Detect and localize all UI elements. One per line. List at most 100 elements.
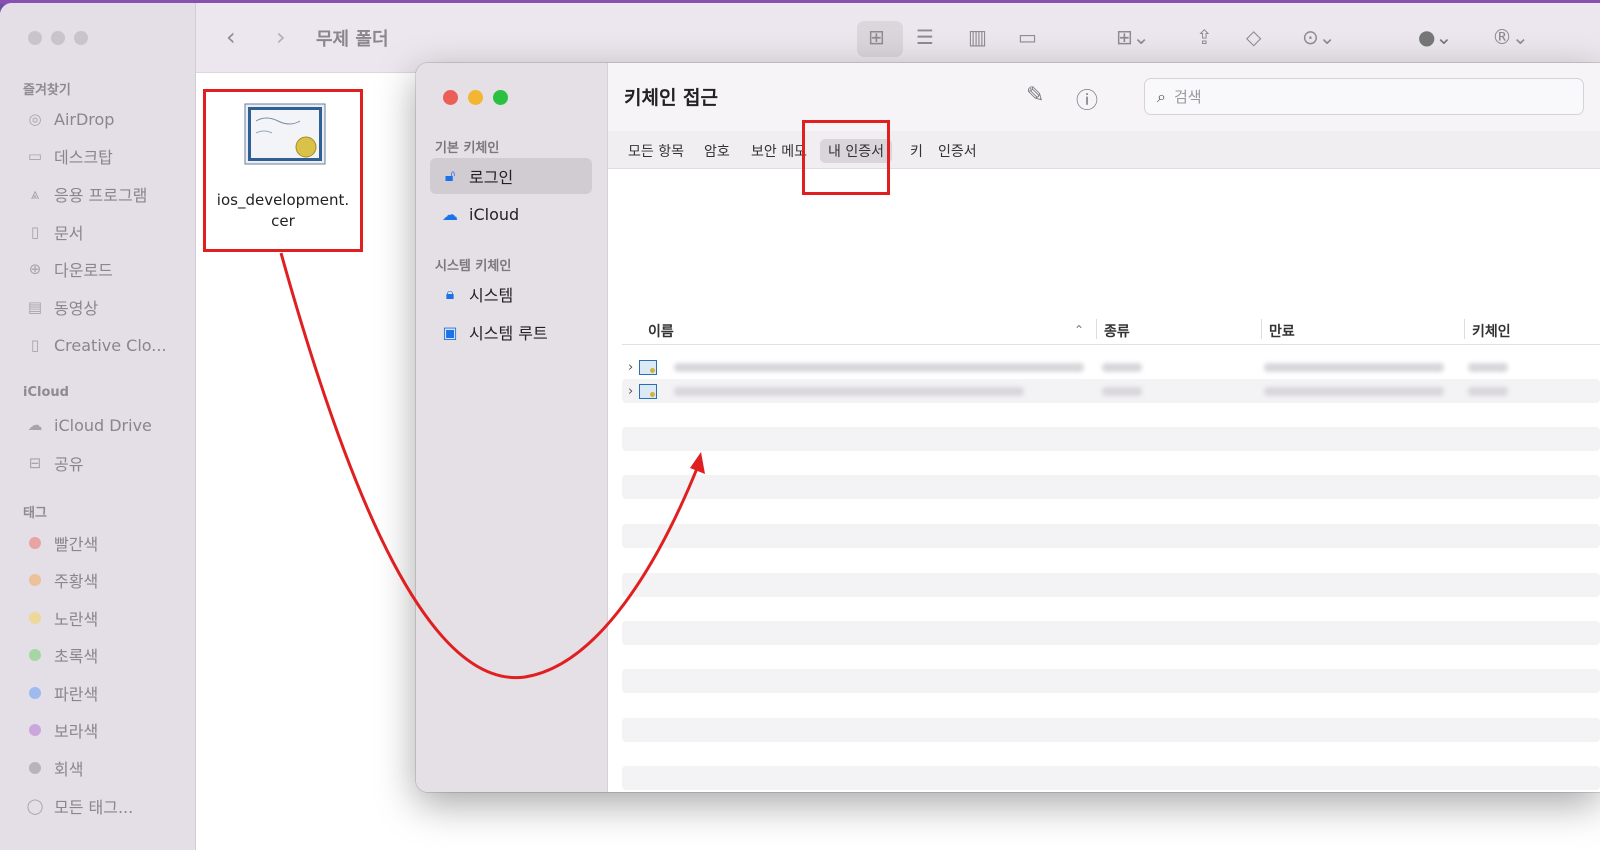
- certificate-file-icon[interactable]: [244, 103, 326, 167]
- close-button[interactable]: [443, 90, 458, 105]
- tab-all-items[interactable]: 모든 항목: [620, 139, 692, 163]
- tab-passwords[interactable]: 암호: [696, 139, 738, 163]
- sidebar-item-system[interactable]: 🔒︎ 시스템: [430, 276, 592, 312]
- finder-sidebar: 즐겨찾기 ◎ AirDrop ▭ 데스크탑 ⩓ 응용 프로그램 ▯ 문서 ⊕ 다…: [0, 3, 196, 850]
- search-icon: ⌕: [1157, 86, 1166, 106]
- tags-section-label: 태그: [23, 506, 47, 521]
- desktop-icon: ▭: [27, 147, 43, 165]
- close-button[interactable]: [28, 31, 42, 45]
- tag-dot-icon: [29, 762, 41, 774]
- row-lead: ›: [628, 379, 658, 403]
- column-view-icon[interactable]: ▥: [968, 25, 987, 49]
- forward-chevron-icon[interactable]: ›: [276, 23, 286, 51]
- tag-dot-icon: [29, 724, 41, 736]
- sidebar-tag-gray[interactable]: 회색: [24, 756, 83, 780]
- registered-icon[interactable]: ®⌄: [1492, 25, 1529, 49]
- empty-row: [622, 766, 1600, 790]
- redacted-text: [1468, 363, 1508, 372]
- redacted-text: [674, 363, 1084, 372]
- extension-icon[interactable]: ●⌄: [1418, 25, 1452, 49]
- zoom-button[interactable]: [493, 90, 508, 105]
- favorites-section-label: 즐겨찾기: [23, 83, 71, 98]
- applications-icon: ⩓: [30, 185, 40, 203]
- sidebar-item-system-root[interactable]: ▣ 시스템 루트: [430, 314, 592, 350]
- empty-row: [622, 475, 1600, 499]
- gallery-view-icon[interactable]: ▭: [1018, 25, 1037, 49]
- sidebar-item-documents[interactable]: ▯ 문서: [24, 220, 84, 244]
- sidebar-item-creative-cloud[interactable]: ▯ Creative Clo...: [24, 333, 167, 357]
- info-icon[interactable]: ⓘ: [1076, 83, 1098, 115]
- keychain-sidebar: 기본 키체인 🔓︎ 로그인 ☁ iCloud 시스템 키체인 🔒︎ 시스템 ▣ …: [416, 63, 608, 792]
- search-field[interactable]: ⌕ 검색: [1144, 78, 1584, 115]
- keychain-access-window: 기본 키체인 🔓︎ 로그인 ☁ iCloud 시스템 키체인 🔒︎ 시스템 ▣ …: [416, 63, 1600, 792]
- tags-icon: ◯: [26, 797, 44, 815]
- sort-ascending-icon[interactable]: ⌃: [1074, 323, 1084, 337]
- column-kind[interactable]: 종류: [1104, 321, 1130, 341]
- folder-title: 무제 폴더: [316, 29, 389, 50]
- list-header: 이름 ⌃ 종류 만료 키체인: [622, 315, 1600, 345]
- sidebar-item-movies[interactable]: ▤ 동영상: [24, 295, 98, 319]
- tab-keys[interactable]: 키: [902, 139, 931, 163]
- disclosure-chevron-icon[interactable]: ›: [628, 384, 633, 399]
- sidebar-item-applications[interactable]: ⩓ 응용 프로그램: [24, 182, 148, 206]
- tag-icon[interactable]: ◇: [1246, 25, 1261, 49]
- sidebar-tag-all[interactable]: ◯ 모든 태그...: [24, 794, 134, 818]
- movies-icon: ▤: [27, 298, 43, 316]
- sidebar-item-airdrop[interactable]: ◎ AirDrop: [24, 107, 114, 131]
- empty-row: [622, 621, 1600, 645]
- cloud-icon: ☁: [27, 416, 43, 434]
- category-tabs: 모든 항목 암호 보안 메모 내 인증서 키 인증서: [608, 131, 1600, 169]
- column-expires[interactable]: 만료: [1269, 321, 1295, 341]
- download-icon: ⊕: [28, 260, 42, 278]
- share-icon[interactable]: ⇪: [1196, 25, 1213, 49]
- group-by-icon[interactable]: ⊞⌄: [1116, 25, 1150, 49]
- tag-dot-icon: [29, 574, 41, 586]
- table-row[interactable]: ›: [622, 355, 1600, 379]
- empty-row: [622, 718, 1600, 742]
- sidebar-item-icloud[interactable]: ☁ iCloud: [430, 196, 592, 232]
- search-placeholder: 검색: [1173, 88, 1202, 106]
- list-view-icon[interactable]: ☰: [916, 25, 934, 49]
- system-keychains-label: 시스템 키체인: [435, 259, 512, 274]
- sidebar-tag-red[interactable]: 빨간색: [24, 531, 98, 555]
- tag-dot-icon: [29, 537, 41, 549]
- empty-row: [622, 524, 1600, 548]
- sidebar-tag-green[interactable]: 초록색: [24, 643, 98, 667]
- shared-folder-icon: ⊟: [28, 454, 42, 472]
- sidebar-item-login[interactable]: 🔓︎ 로그인: [430, 158, 592, 194]
- empty-row: [622, 573, 1600, 597]
- column-keychain[interactable]: 키체인: [1472, 321, 1511, 341]
- empty-row: [622, 669, 1600, 693]
- sidebar-tag-yellow[interactable]: 노란색: [24, 606, 98, 630]
- sidebar-tag-blue[interactable]: 파란색: [24, 681, 98, 705]
- tab-certificates[interactable]: 인증서: [930, 139, 985, 163]
- column-separator: [1261, 319, 1262, 339]
- sidebar-tag-purple[interactable]: 보라색: [24, 718, 98, 742]
- column-name[interactable]: 이름: [648, 321, 674, 341]
- sidebar-item-shared[interactable]: ⊟ 공유: [24, 451, 84, 475]
- default-keychains-label: 기본 키체인: [435, 141, 500, 156]
- zoom-button[interactable]: [74, 31, 88, 45]
- keychain-content: 이름 ⌃ 종류 만료 키체인 › ›: [608, 169, 1600, 792]
- table-row[interactable]: ›: [622, 379, 1600, 403]
- unlock-icon: 🔓︎: [444, 166, 456, 185]
- sidebar-item-downloads[interactable]: ⊕ 다운로드: [24, 257, 113, 281]
- minimize-button[interactable]: [468, 90, 483, 105]
- minimize-button[interactable]: [51, 31, 65, 45]
- compose-icon[interactable]: ✎: [1026, 83, 1044, 108]
- document-icon: ▯: [30, 223, 40, 241]
- column-separator: [1464, 319, 1465, 339]
- redacted-text: [1468, 387, 1508, 396]
- lock-icon: 🔒︎: [445, 284, 455, 303]
- icloud-section-label: iCloud: [23, 385, 69, 400]
- sidebar-item-desktop[interactable]: ▭ 데스크탑: [24, 144, 113, 168]
- sidebar-tag-orange[interactable]: 주황색: [24, 568, 98, 592]
- disclosure-chevron-icon[interactable]: ›: [628, 360, 633, 375]
- certificate-icon: [639, 359, 658, 375]
- file-name[interactable]: ios_development. cer: [208, 190, 358, 232]
- sidebar-item-icloud-drive[interactable]: ☁ iCloud Drive: [24, 413, 152, 437]
- back-chevron-icon[interactable]: ‹: [226, 23, 236, 51]
- tag-dot-icon: [29, 612, 41, 624]
- more-actions-icon[interactable]: ⊙⌄: [1302, 25, 1336, 49]
- icon-view-icon[interactable]: ⊞: [868, 25, 885, 49]
